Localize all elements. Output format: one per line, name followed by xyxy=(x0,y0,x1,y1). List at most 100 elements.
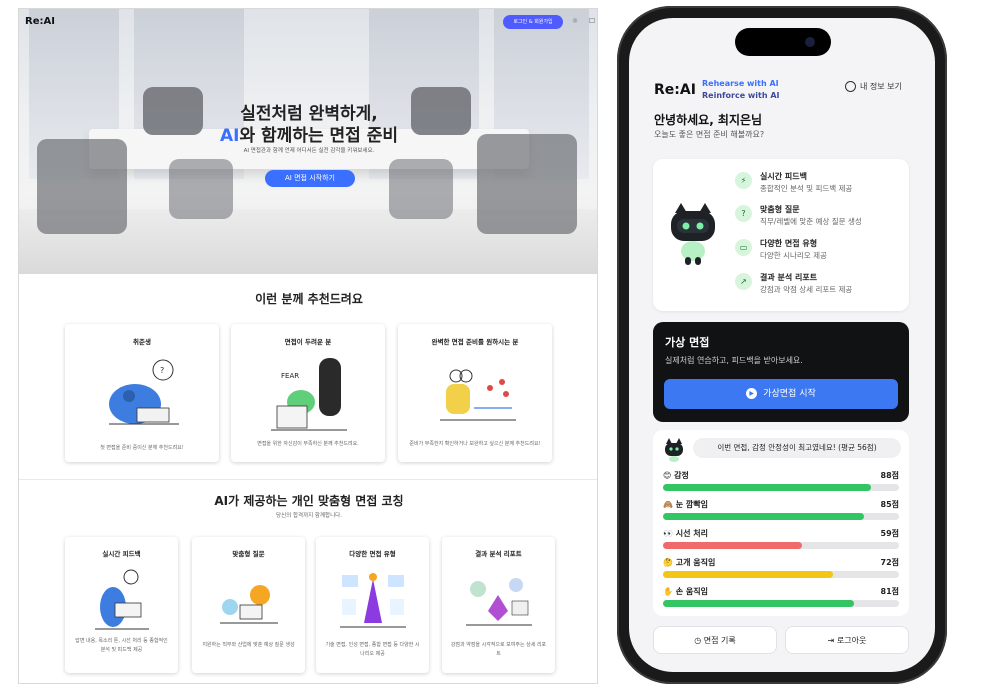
recommend-card: 취준생 ? 첫 면접을 준비 중이신 분께 추천드려요! xyxy=(65,324,219,462)
metric-track xyxy=(663,600,899,607)
metric-label: 🙈 눈 깜빡임 xyxy=(663,500,708,509)
profile-link[interactable]: 내 정보 보기 xyxy=(845,81,902,92)
hero-subtitle: AI 면접관과 함께 언제 어디서든 실전 감각을 키워보세요. xyxy=(243,148,375,154)
metric-bar xyxy=(663,600,855,607)
login-signup-button[interactable]: 로그인 & 회원가입 xyxy=(503,15,563,29)
metric-value: 85점 xyxy=(880,500,900,509)
job-seeker-illustration: ? xyxy=(109,359,179,425)
menu-icon[interactable]: ☐ xyxy=(588,17,596,25)
top-navigation: Re:AI 로그인 & 회원가입 ☼ ☐ xyxy=(19,9,597,35)
coaching-card-title: 실시간 피드백 xyxy=(102,550,141,558)
user-icon xyxy=(845,81,856,92)
metric-track xyxy=(663,513,899,520)
recommend-card: 면접이 두려운 분 FEAR 면접을 위한 자신감이 부족하신 분께 추천드려요… xyxy=(231,324,385,462)
svg-text:FEAR: FEAR xyxy=(281,372,299,380)
interview-history-label: 면접 기록 xyxy=(703,636,736,645)
coaching-card: 결과 분석 리포트 강점과 약점을 시각적으로 보여주는 상세 리포트 xyxy=(442,537,555,673)
preparation-illustration xyxy=(440,369,516,421)
logout-button[interactable]: ⇥ 로그아웃 xyxy=(785,626,909,654)
recommend-card-desc: 면접을 위한 자신감이 부족하신 분께 추천드려요. xyxy=(257,441,359,447)
hero-section: Re:AI 로그인 & 회원가입 ☼ ☐ 실전처럼 완벽하게, AI와 함께하는… xyxy=(19,9,597,274)
recommend-card-title: 취준생 xyxy=(133,338,151,346)
metric-value: 59점 xyxy=(880,529,900,538)
metric-track xyxy=(663,542,899,549)
metric-label: 👀 시선 처리 xyxy=(663,529,708,538)
feature-card: ⚡ 실시간 피드백 종합적인 분석 및 피드백 제공 ? 맞춤형 질문 직무/레… xyxy=(653,159,909,311)
metric-value: 88점 xyxy=(880,471,900,480)
desktop-landing-page: Re:AI 로그인 & 회원가입 ☼ ☐ 실전처럼 완벽하게, AI와 함께하는… xyxy=(18,8,598,684)
metric-label: 😊 감정 xyxy=(663,471,689,480)
feature-title: 다양한 면접 유형 xyxy=(760,239,818,248)
metric-bar xyxy=(663,571,833,578)
office-chair xyxy=(169,159,233,219)
phone-frame: Re:AI Rehearse with AI Reinforce with AI… xyxy=(617,6,947,684)
interview-history-button[interactable]: ◷ 면접 기록 xyxy=(653,626,777,654)
feature-desc: 직무/레벨에 맞춘 예상 질문 생성 xyxy=(760,217,862,226)
metric-bar xyxy=(663,513,864,520)
feature-title: 결과 분석 리포트 xyxy=(760,273,818,282)
recommend-card-title: 면접이 두려운 분 xyxy=(284,338,332,346)
coaching-card-title: 맞춤형 질문 xyxy=(232,550,265,558)
play-icon: ▶ xyxy=(746,388,758,399)
mobile-logo[interactable]: Re:AI xyxy=(654,82,696,98)
metric-bar xyxy=(663,484,871,491)
metric-value: 72점 xyxy=(880,558,900,567)
window-icon: ▭ xyxy=(735,239,752,256)
coaching-card-desc: 답변 내용, 목소리 톤, 시선 처리 등 종합적인 분석 및 피드백 제공 xyxy=(75,638,168,653)
robot-cat-mascot xyxy=(671,203,715,265)
coaching-card-desc: 강점과 약점을 시각적으로 보여주는 상세 리포트 xyxy=(450,642,547,657)
coaching-card-desc: 지원하는 직무와 산업에 맞춘 예상 질문 생성 xyxy=(202,642,295,648)
result-summary-card: 이번 면접, 감정 안정성이 최고였네요! (평균 56점) 😊 감정 88점 … xyxy=(653,430,909,616)
report-illustration xyxy=(466,578,532,626)
start-virtual-interview-button[interactable]: ▶ 가상면접 시작 xyxy=(664,379,898,409)
recommend-card-title: 완벽한 면접 준비를 원하시는 분 xyxy=(431,338,519,346)
coaching-section-subtitle: 당신의 합격까지 함께합니다. xyxy=(276,513,342,519)
tagline-reinforce: Reinforce with AI xyxy=(702,91,780,100)
coaching-card-title: 결과 분석 리포트 xyxy=(475,550,522,558)
coaching-card: 다양한 면접 유형 기술 면접, 인성 면접, 종합 면접 등 다양한 시나리오… xyxy=(316,537,429,673)
dynamic-island xyxy=(735,28,831,56)
virtual-interview-subtitle: 실제처럼 연습하고, 피드백을 받아보세요. xyxy=(665,356,803,365)
realtime-feedback-illustration xyxy=(95,569,149,630)
hero-title-rest: 와 함께하는 면접 준비 xyxy=(239,126,398,146)
mascot-avatar xyxy=(665,438,683,462)
lightning-icon: ⚡ xyxy=(735,172,752,189)
question-icon: ? xyxy=(735,205,752,222)
greeting-subtitle: 오늘도 좋은 면접 준비 해볼까요? xyxy=(654,130,765,139)
feature-desc: 종합적인 분석 및 피드백 제공 xyxy=(760,184,853,193)
hero-title-line-2: AI와 함께하는 면접 준비 xyxy=(19,121,597,146)
feature-desc: 다양한 시나리오 제공 xyxy=(760,251,827,260)
virtual-interview-title: 가상 면접 xyxy=(665,336,710,349)
tagline-rehearse: Rehearse with AI xyxy=(702,79,779,88)
mobile-dashboard-screen: Re:AI Rehearse with AI Reinforce with AI… xyxy=(629,18,935,672)
greeting-title: 안녕하세요, 최지은님 xyxy=(654,113,763,127)
profile-label: 내 정보 보기 xyxy=(860,82,902,91)
metric-value: 81점 xyxy=(880,587,900,596)
coaching-section-title: AI가 제공하는 개인 맞춤형 면접 코칭 xyxy=(214,494,404,508)
hero-title-accent: AI xyxy=(220,126,240,146)
feedback-bubble: 이번 면접, 감정 안정성이 최고였네요! (평균 56점) xyxy=(693,438,901,458)
metric-label: ✋ 손 움직임 xyxy=(663,587,708,596)
feature-desc: 강점과 약점 상세 리포트 제공 xyxy=(760,285,853,294)
trend-icon: ↗ xyxy=(735,273,752,290)
coaching-card: 실시간 피드백 답변 내용, 목소리 톤, 시선 처리 등 종합적인 분석 및 … xyxy=(65,537,178,673)
start-ai-interview-button[interactable]: AI 면접 시작하기 xyxy=(265,170,355,187)
interview-types-illustration xyxy=(340,573,406,628)
coaching-card-title: 다양한 면접 유형 xyxy=(349,550,396,558)
section-divider xyxy=(19,479,597,480)
metric-bar xyxy=(663,542,803,549)
logout-icon: ⇥ xyxy=(827,636,835,645)
feature-title: 맞춤형 질문 xyxy=(760,205,800,214)
coaching-card-desc: 기술 면접, 인성 면접, 종합 면접 등 다양한 시나리오 제공 xyxy=(325,642,420,657)
recommend-card: 완벽한 면접 준비를 원하시는 분 준비가 부족한지 확인하거나 보완하고 싶으… xyxy=(398,324,552,462)
recommend-section-title: 이런 분께 추천드려요 xyxy=(255,292,363,306)
clock-icon: ◷ xyxy=(694,636,702,645)
coaching-card: 맞춤형 질문 지원하는 직무와 산업에 맞춘 예상 질문 생성 xyxy=(192,537,305,673)
logout-label: 로그아웃 xyxy=(836,636,867,645)
start-virtual-interview-label: 가상면접 시작 xyxy=(763,389,816,399)
svg-text:?: ? xyxy=(160,366,164,375)
sun-icon[interactable]: ☼ xyxy=(571,17,579,25)
site-logo[interactable]: Re:AI xyxy=(25,16,55,27)
office-chair xyxy=(389,159,453,219)
fear-illustration: FEAR xyxy=(271,358,347,431)
